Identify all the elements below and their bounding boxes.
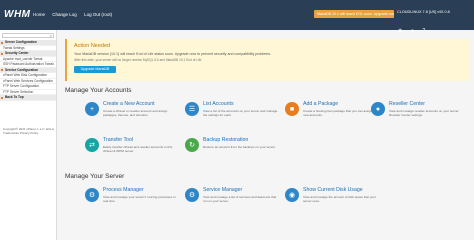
section-marker-icon (1, 52, 3, 55)
section-marker-icon (1, 69, 3, 72)
card-backup-restoration[interactable]: ↻ Backup Restoration Restore an account … (185, 137, 285, 167)
backup-icon: ↻ (185, 138, 199, 152)
card-title[interactable]: Process Manager (103, 187, 144, 193)
card-desc: Create a cPanel or reseller account and … (103, 109, 168, 117)
card-desc: View and manage reseller accounts on you… (389, 109, 460, 117)
card-title[interactable]: Reseller Center (389, 101, 425, 107)
notice-subtext: After this date, your server will no lon… (74, 58, 202, 62)
nav-log-out[interactable]: Log Out (root) (84, 12, 112, 17)
card-desc: View a list of the accounts on your serv… (203, 109, 278, 117)
copyright: Copyright© 2021 cPanel, L.L.C. EULA Trad… (3, 127, 54, 135)
card-disk-usage[interactable]: ◉ Show Current Disk Usage View and manag… (285, 187, 385, 217)
card-title[interactable]: Add a Package (303, 101, 338, 107)
card-service-manager[interactable]: ⚙ Service Manager View and manage a list… (185, 187, 285, 217)
card-desc: Easily transfer cPanel and reseller acco… (103, 145, 173, 153)
card-desc: View and manage a list of services and d… (203, 195, 277, 203)
sidebar-search-input[interactable]: ⌕ (2, 33, 54, 38)
card-create-account[interactable]: + Create a New Account Create a cPanel o… (85, 101, 185, 131)
card-title[interactable]: Create a New Account (103, 101, 155, 107)
list-icon: ☰ (185, 102, 199, 116)
arrow-up-icon (1, 96, 3, 99)
server-info: CLOUDLINUX 7.8 [US] v92.0.8 (397, 10, 450, 14)
top-nav: Home Change Log Log Out (root) (33, 12, 118, 17)
card-title[interactable]: Transfer Tool (103, 137, 133, 143)
user-plus-icon: + (85, 102, 99, 116)
upgrade-mariadb-button[interactable]: Upgrade MariaDB (74, 66, 116, 73)
transfer-icon: ⇄ (85, 138, 99, 152)
card-desc: Restore an account from the backups on y… (203, 145, 276, 149)
top-bar: WHM Home Change Log Log Out (root) Maria… (0, 0, 474, 34)
process-icon: ⚙ (85, 188, 99, 202)
card-add-package[interactable]: ■ Add a Package Create a hosting plan pa… (285, 101, 385, 131)
card-transfer-tool[interactable]: ⇄ Transfer Tool Easily transfer cPanel a… (85, 137, 185, 167)
notice-text: Your MariaDB version (10.1) will reach E… (74, 52, 272, 56)
search-icon: ⌕ (49, 33, 52, 38)
card-title[interactable]: List Accounts (203, 101, 234, 107)
notice-title: Action Needed (74, 43, 111, 49)
card-title[interactable]: Backup Restoration (203, 137, 248, 143)
eol-alert-badge[interactable]: MariaDB 10.1 will reach EOL soon. Upgrad… (314, 10, 394, 18)
action-needed-notice: Action Needed Your MariaDB version (10.1… (65, 39, 469, 81)
reseller-icon: ● (371, 102, 385, 116)
card-list-accounts[interactable]: ☰ List Accounts View a list of the accou… (185, 101, 285, 131)
sidebar: ⌕ Server Configuration Tweak Settings Se… (0, 30, 57, 240)
card-desc: Create a hosting plan package that you c… (303, 109, 376, 117)
card-reseller-center[interactable]: ● Reseller Center View and manage resell… (371, 101, 471, 131)
package-icon: ■ (285, 102, 299, 116)
sidebar-item-back-to-top[interactable]: Back To Top (0, 95, 56, 101)
nav-home[interactable]: Home (33, 12, 45, 17)
nav-change-log[interactable]: Change Log (52, 12, 77, 17)
service-icon: ⚙ (185, 188, 199, 202)
card-process-manager[interactable]: ⚙ Process Manager View and manage your s… (85, 187, 185, 217)
disk-icon: ◉ (285, 188, 299, 202)
section-title-server: Manage Your Server (65, 173, 125, 180)
card-title[interactable]: Service Manager (203, 187, 242, 193)
card-title[interactable]: Show Current Disk Usage (303, 187, 363, 193)
whm-logo[interactable]: WHM (4, 9, 31, 20)
card-desc: View and manage the amount of disk space… (303, 195, 376, 203)
section-marker-icon (1, 41, 3, 44)
section-title-accounts: Manage Your Accounts (65, 87, 132, 94)
card-desc: View and manage your server's running pr… (103, 195, 176, 203)
sidebar-list: Server Configuration Tweak Settings Secu… (0, 40, 56, 101)
main-content: Action Needed Your MariaDB version (10.1… (57, 30, 474, 240)
